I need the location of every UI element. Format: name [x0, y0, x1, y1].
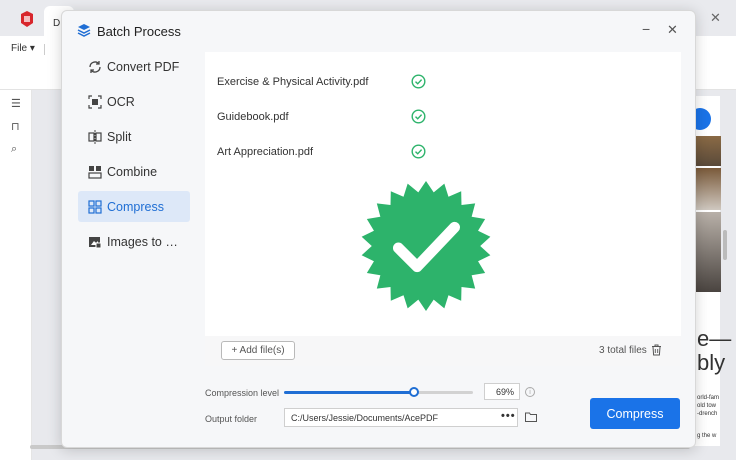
compress-icon [88, 199, 102, 214]
verified-badge-icon [361, 180, 491, 312]
trash-icon[interactable] [651, 344, 662, 356]
window-close-icon[interactable]: ✕ [710, 10, 721, 26]
page-text: e— [697, 326, 732, 351]
compression-slider-thumb[interactable] [409, 387, 419, 397]
page-text: bly [697, 350, 726, 375]
nav-item-label: OCR [107, 94, 135, 109]
page-text: orld-fam [697, 395, 720, 401]
nav-item-label: Images to … [107, 234, 178, 249]
vertical-scrollbar[interactable] [723, 230, 727, 260]
dialog-title: Batch Process [97, 24, 181, 39]
nav-item-compress[interactable]: Compress [78, 191, 190, 222]
close-button[interactable]: ✕ [667, 22, 678, 38]
batch-process-dialog: Batch Process − ✕ Convert PDF OCR Split … [61, 10, 696, 448]
file-menu[interactable]: File ▾ [11, 43, 35, 54]
list-item[interactable]: Art Appreciation.pdf [217, 142, 426, 162]
page-photo [693, 168, 721, 210]
slider-fill [284, 391, 415, 394]
page-photo [693, 212, 721, 292]
nav-item-label: Combine [107, 164, 158, 179]
page-text: g the w [697, 433, 717, 439]
file-name: Exercise & Physical Activity.pdf [217, 76, 369, 88]
page-photo [693, 136, 721, 166]
compression-value-field[interactable]: 69% [484, 383, 520, 400]
nav-item-ocr[interactable]: OCR [78, 86, 190, 117]
file-list-panel: Exercise & Physical Activity.pdf Guidebo… [205, 52, 681, 366]
folder-icon[interactable] [525, 412, 537, 422]
convert-icon [89, 60, 101, 73]
app-logo-icon [21, 11, 33, 27]
nav-item-convert-pdf[interactable]: Convert PDF [78, 51, 190, 82]
output-folder-field[interactable]: C:/Users/Jessie/Documents/AcePDF [284, 408, 518, 427]
nav-item-label: Compress [107, 199, 164, 214]
check-circle-icon [411, 109, 426, 124]
more-options-icon[interactable]: ••• [501, 410, 516, 422]
combine-icon [88, 165, 102, 179]
minimize-button[interactable]: − [642, 21, 650, 37]
nav-item-images-to[interactable]: Images to … [78, 226, 190, 257]
pages-icon[interactable]: ☰ [11, 98, 23, 110]
menu-divider [44, 44, 45, 55]
layers-icon [77, 24, 91, 37]
nav-item-combine[interactable]: Combine [78, 156, 190, 187]
bookmark-icon[interactable]: ⊓ [11, 121, 23, 133]
page-text: -drench [697, 411, 718, 417]
search-icon[interactable]: ⌕ [11, 143, 23, 155]
list-item[interactable]: Guidebook.pdf [217, 107, 426, 127]
file-name: Art Appreciation.pdf [217, 146, 314, 158]
list-item[interactable]: Exercise & Physical Activity.pdf [217, 72, 426, 92]
slider-track[interactable] [415, 391, 473, 394]
dialog-header: Batch Process − ✕ [62, 11, 695, 51]
batch-nav: Convert PDF OCR Split Combine Compress I… [78, 51, 190, 261]
check-circle-icon [411, 144, 426, 159]
nav-item-label: Split [107, 129, 132, 144]
output-folder-label: Output folder [205, 414, 258, 424]
split-icon [88, 129, 102, 144]
compression-level-label: Compression level [205, 388, 280, 398]
images-icon [89, 236, 102, 248]
info-icon[interactable]: i [525, 387, 535, 397]
nav-item-split[interactable]: Split [78, 121, 190, 152]
total-files-count: 3 total files [599, 345, 647, 356]
file-name: Guidebook.pdf [217, 111, 289, 123]
nav-item-label: Convert PDF [107, 59, 180, 74]
ocr-icon [88, 94, 102, 109]
compress-button[interactable]: Compress [590, 398, 680, 429]
page-text: old tow [697, 403, 717, 409]
check-circle-icon [411, 74, 426, 89]
add-files-button[interactable]: + Add file(s) [221, 341, 295, 360]
